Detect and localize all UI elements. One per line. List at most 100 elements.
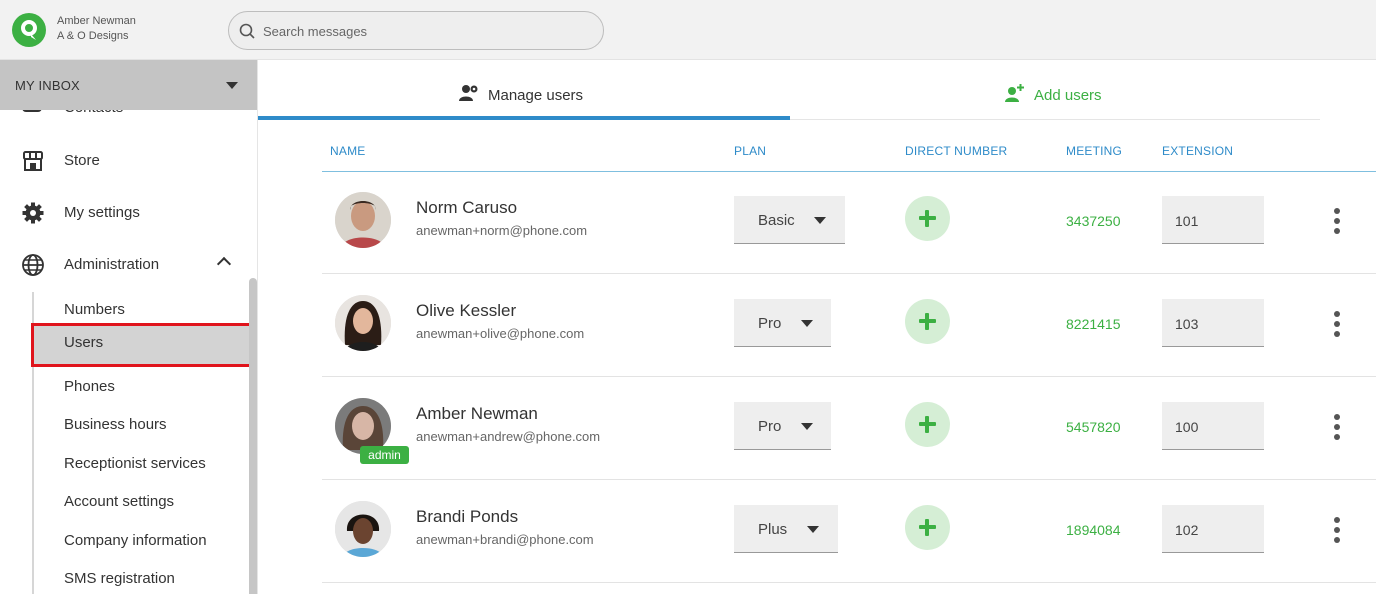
user-name[interactable]: Norm Caruso — [416, 198, 517, 218]
table-row[interactable]: Brandi Ponds anewman+brandi@phone.com Pl… — [322, 480, 1376, 583]
plan-select[interactable]: Pro — [734, 299, 831, 347]
table-row[interactable]: Olive Kessler anewman+olive@phone.com Pr… — [322, 274, 1376, 377]
sidebar-scrollbar[interactable] — [249, 278, 257, 594]
extension-field[interactable]: 100 — [1162, 402, 1264, 450]
table-row[interactable]: admin Amber Newman anewman+andrew@phone.… — [322, 377, 1376, 480]
avatar[interactable] — [335, 501, 391, 557]
logo-icon — [21, 20, 37, 40]
user-email: anewman+olive@phone.com — [416, 326, 585, 341]
meeting-id: 8221415 — [1066, 316, 1121, 332]
sidebar-sub-label: Account settings — [64, 493, 175, 510]
sidebar-item-store[interactable]: Store — [0, 139, 257, 183]
tab-manage-users[interactable]: Manage users — [258, 70, 790, 120]
caret-down-icon — [807, 526, 819, 533]
search-input[interactable] — [263, 20, 583, 42]
gear-icon — [22, 202, 44, 224]
avatar[interactable] — [335, 295, 391, 351]
store-icon — [23, 151, 43, 171]
plan-select[interactable]: Plus — [734, 505, 838, 553]
add-direct-number-button[interactable] — [905, 505, 950, 550]
sidebar-sub-label: SMS registration — [64, 570, 175, 587]
sidebar-sub-label: Company information — [64, 532, 207, 549]
inbox-label: MY INBOX — [15, 78, 80, 93]
admin-badge: admin — [360, 446, 409, 464]
tab-label: Add users — [1034, 87, 1102, 104]
account-org: A & O Designs — [57, 30, 129, 42]
user-photo — [335, 192, 391, 248]
extension-value: 101 — [1175, 213, 1199, 229]
avatar[interactable] — [335, 192, 391, 248]
sidebar-sub-label: Receptionist services — [64, 455, 206, 472]
sidebar-item-company-information[interactable]: Company information — [34, 522, 256, 560]
search-icon — [239, 23, 255, 39]
plan-select[interactable]: Pro — [734, 402, 831, 450]
meeting-id: 3437250 — [1066, 213, 1121, 229]
add-direct-number-button[interactable] — [905, 402, 950, 447]
user-photo — [335, 295, 391, 351]
column-header-meeting[interactable]: MEETING — [1066, 144, 1122, 158]
sidebar-item-my-settings[interactable]: My settings — [0, 191, 257, 235]
caret-down-icon — [814, 217, 826, 224]
user-tabs: Manage users Add users — [258, 70, 1320, 120]
more-options-icon[interactable] — [1332, 206, 1342, 236]
sidebar-item-users[interactable]: Users — [31, 323, 257, 367]
sidebar-sub-label: Phones — [64, 378, 115, 395]
chevron-up-icon[interactable] — [216, 256, 232, 272]
add-direct-number-button[interactable] — [905, 196, 950, 241]
top-bar: Amber Newman A & O Designs — [0, 0, 1376, 60]
column-header-name[interactable]: NAME — [330, 144, 365, 158]
user-email: anewman+andrew@phone.com — [416, 429, 601, 444]
user-photo — [335, 501, 391, 557]
meeting-id: 1894084 — [1066, 522, 1121, 538]
tab-add-users[interactable]: Add users — [790, 70, 1320, 120]
sidebar-item-business-hours[interactable]: Business hours — [34, 406, 256, 444]
user-name[interactable]: Olive Kessler — [416, 301, 516, 321]
sidebar-sub-label: Numbers — [64, 301, 125, 318]
add-direct-number-button[interactable] — [905, 299, 950, 344]
manage-users-icon — [459, 85, 478, 101]
sidebar-item-phones[interactable]: Phones — [34, 368, 256, 406]
sidebar-item-label: My settings — [64, 204, 140, 221]
plan-select[interactable]: Basic — [734, 196, 845, 244]
sidebar-item-account-settings[interactable]: Account settings — [34, 483, 256, 521]
extension-field[interactable]: 103 — [1162, 299, 1264, 347]
search-box[interactable] — [228, 11, 604, 50]
table-row[interactable]: Norm Caruso anewman+norm@phone.com Basic… — [322, 171, 1376, 274]
inbox-selector[interactable]: MY INBOX — [0, 60, 257, 110]
more-options-icon[interactable] — [1332, 515, 1342, 545]
user-name[interactable]: Amber Newman — [416, 404, 538, 424]
plan-value: Basic — [758, 212, 795, 229]
column-header-plan[interactable]: PLAN — [734, 144, 766, 158]
plan-value: Pro — [758, 418, 782, 435]
sidebar-item-sms-registration[interactable]: SMS registration — [34, 560, 256, 594]
user-email: anewman+brandi@phone.com — [416, 532, 594, 547]
plan-value: Plus — [758, 521, 788, 538]
extension-field[interactable]: 101 — [1162, 196, 1264, 244]
sidebar-item-label: Administration — [64, 256, 160, 273]
sidebar-item-label: Store — [64, 152, 100, 169]
more-options-icon[interactable] — [1332, 309, 1342, 339]
column-header-extension[interactable]: EXTENSION — [1162, 144, 1233, 158]
sidebar-sub-label: Business hours — [64, 416, 167, 433]
extension-field[interactable]: 102 — [1162, 505, 1264, 553]
extension-value: 103 — [1175, 316, 1199, 332]
brand-logo[interactable] — [12, 13, 46, 47]
more-options-icon[interactable] — [1332, 412, 1342, 442]
users-table-header: NAME PLAN DIRECT NUMBER MEETING EXTENSIO… — [322, 132, 1376, 172]
extension-value: 100 — [1175, 419, 1199, 435]
user-name[interactable]: Brandi Ponds — [416, 507, 518, 527]
sidebar-item-receptionist-services[interactable]: Receptionist services — [34, 445, 256, 483]
sidebar-item-administration[interactable]: Administration — [0, 243, 257, 287]
plan-value: Pro — [758, 315, 782, 332]
add-user-icon — [1005, 84, 1024, 102]
globe-icon — [22, 254, 44, 276]
column-header-direct-number[interactable]: DIRECT NUMBER — [905, 144, 1007, 158]
meeting-id: 5457820 — [1066, 419, 1121, 435]
tab-label: Manage users — [488, 87, 584, 104]
caret-down-icon — [226, 82, 238, 89]
caret-down-icon — [801, 423, 813, 430]
caret-down-icon — [801, 320, 813, 327]
sidebar: Contacts MY INBOX Store — [0, 60, 258, 594]
extension-value: 102 — [1175, 522, 1199, 538]
account-name: Amber Newman — [57, 15, 136, 27]
